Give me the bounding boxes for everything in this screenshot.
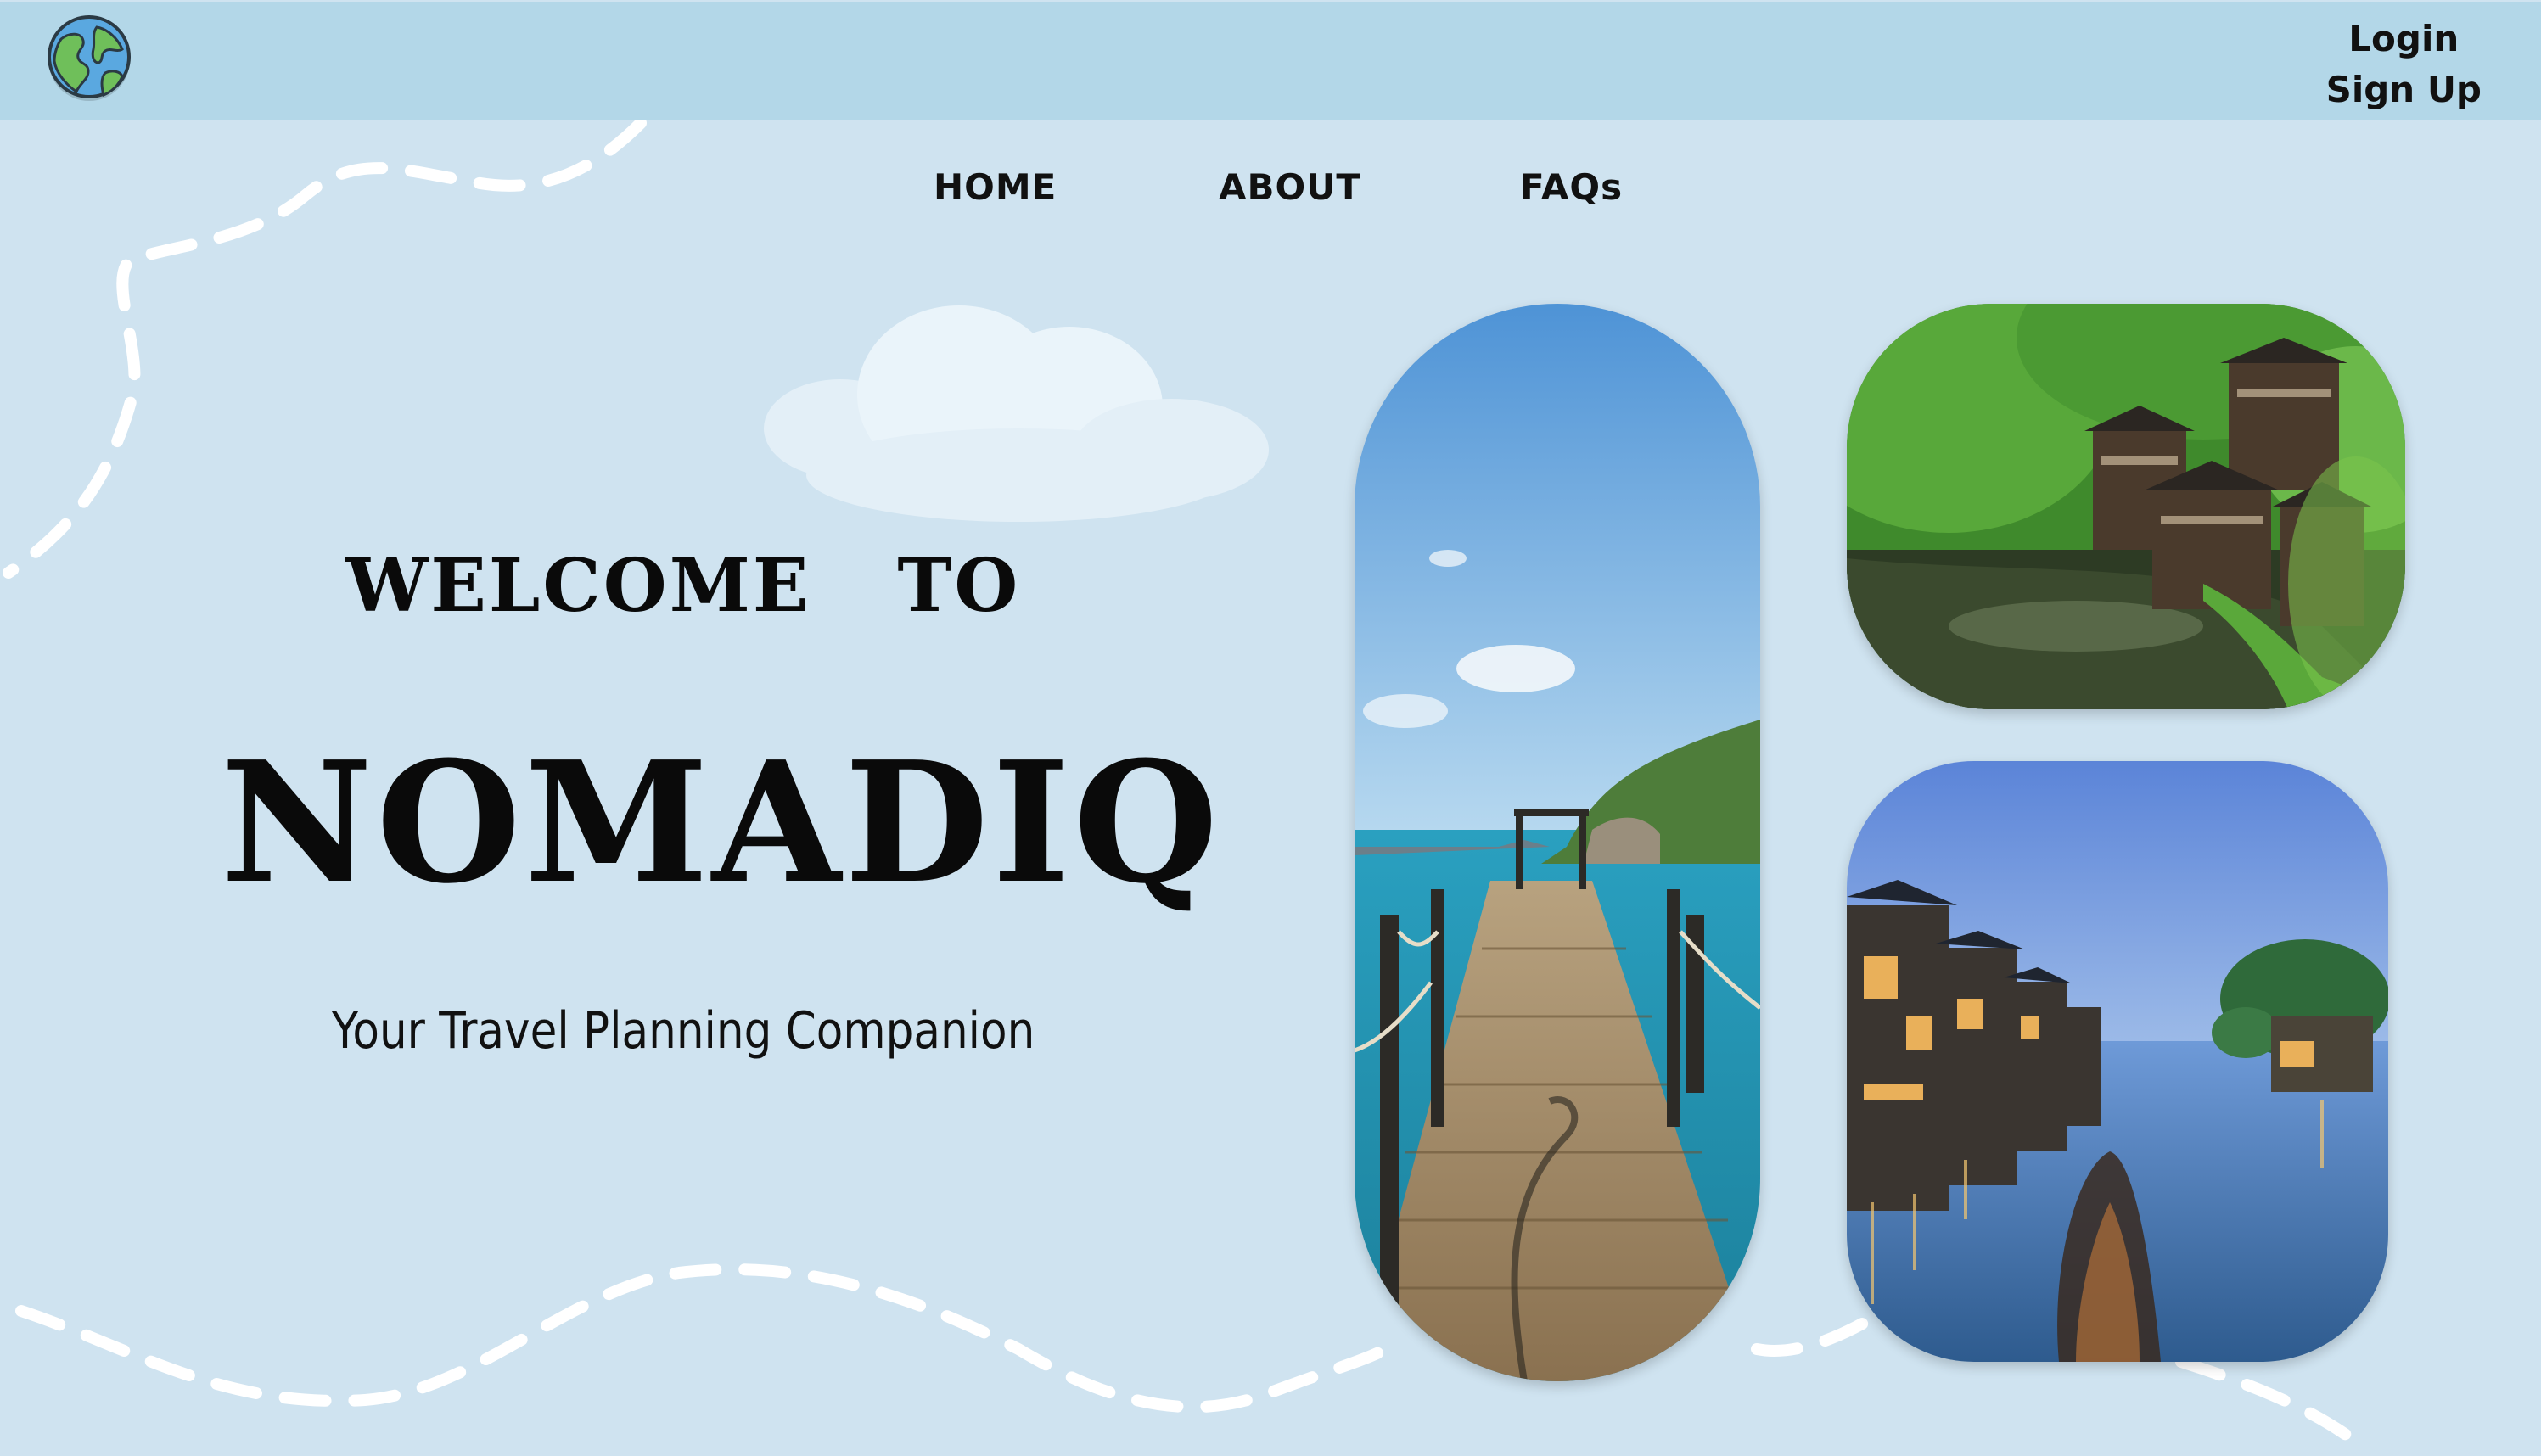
nav-faqs[interactable]: FAQs	[1520, 166, 1623, 208]
top-bar: Login Sign Up	[0, 0, 2541, 120]
village-lake-photo	[1847, 304, 2405, 709]
auth-links: Login Sign Up	[2326, 14, 2482, 115]
nav-home[interactable]: HOME	[934, 166, 1057, 208]
tagline: Your Travel Planning Companion	[331, 1001, 1035, 1061]
brand-title: NOMADIQ	[221, 725, 1222, 921]
login-link[interactable]: Login	[2326, 14, 2482, 64]
main-nav: HOME ABOUT FAQs	[0, 166, 2541, 226]
globe-icon[interactable]	[44, 14, 134, 104]
pier-photo	[1355, 304, 1760, 1381]
signup-link[interactable]: Sign Up	[2326, 64, 2482, 115]
canal-town-photo	[1847, 761, 2388, 1362]
welcome-heading: WELCOME TO	[345, 543, 1021, 629]
cloud-decoration	[764, 301, 1290, 530]
nav-about[interactable]: ABOUT	[1219, 166, 1361, 208]
